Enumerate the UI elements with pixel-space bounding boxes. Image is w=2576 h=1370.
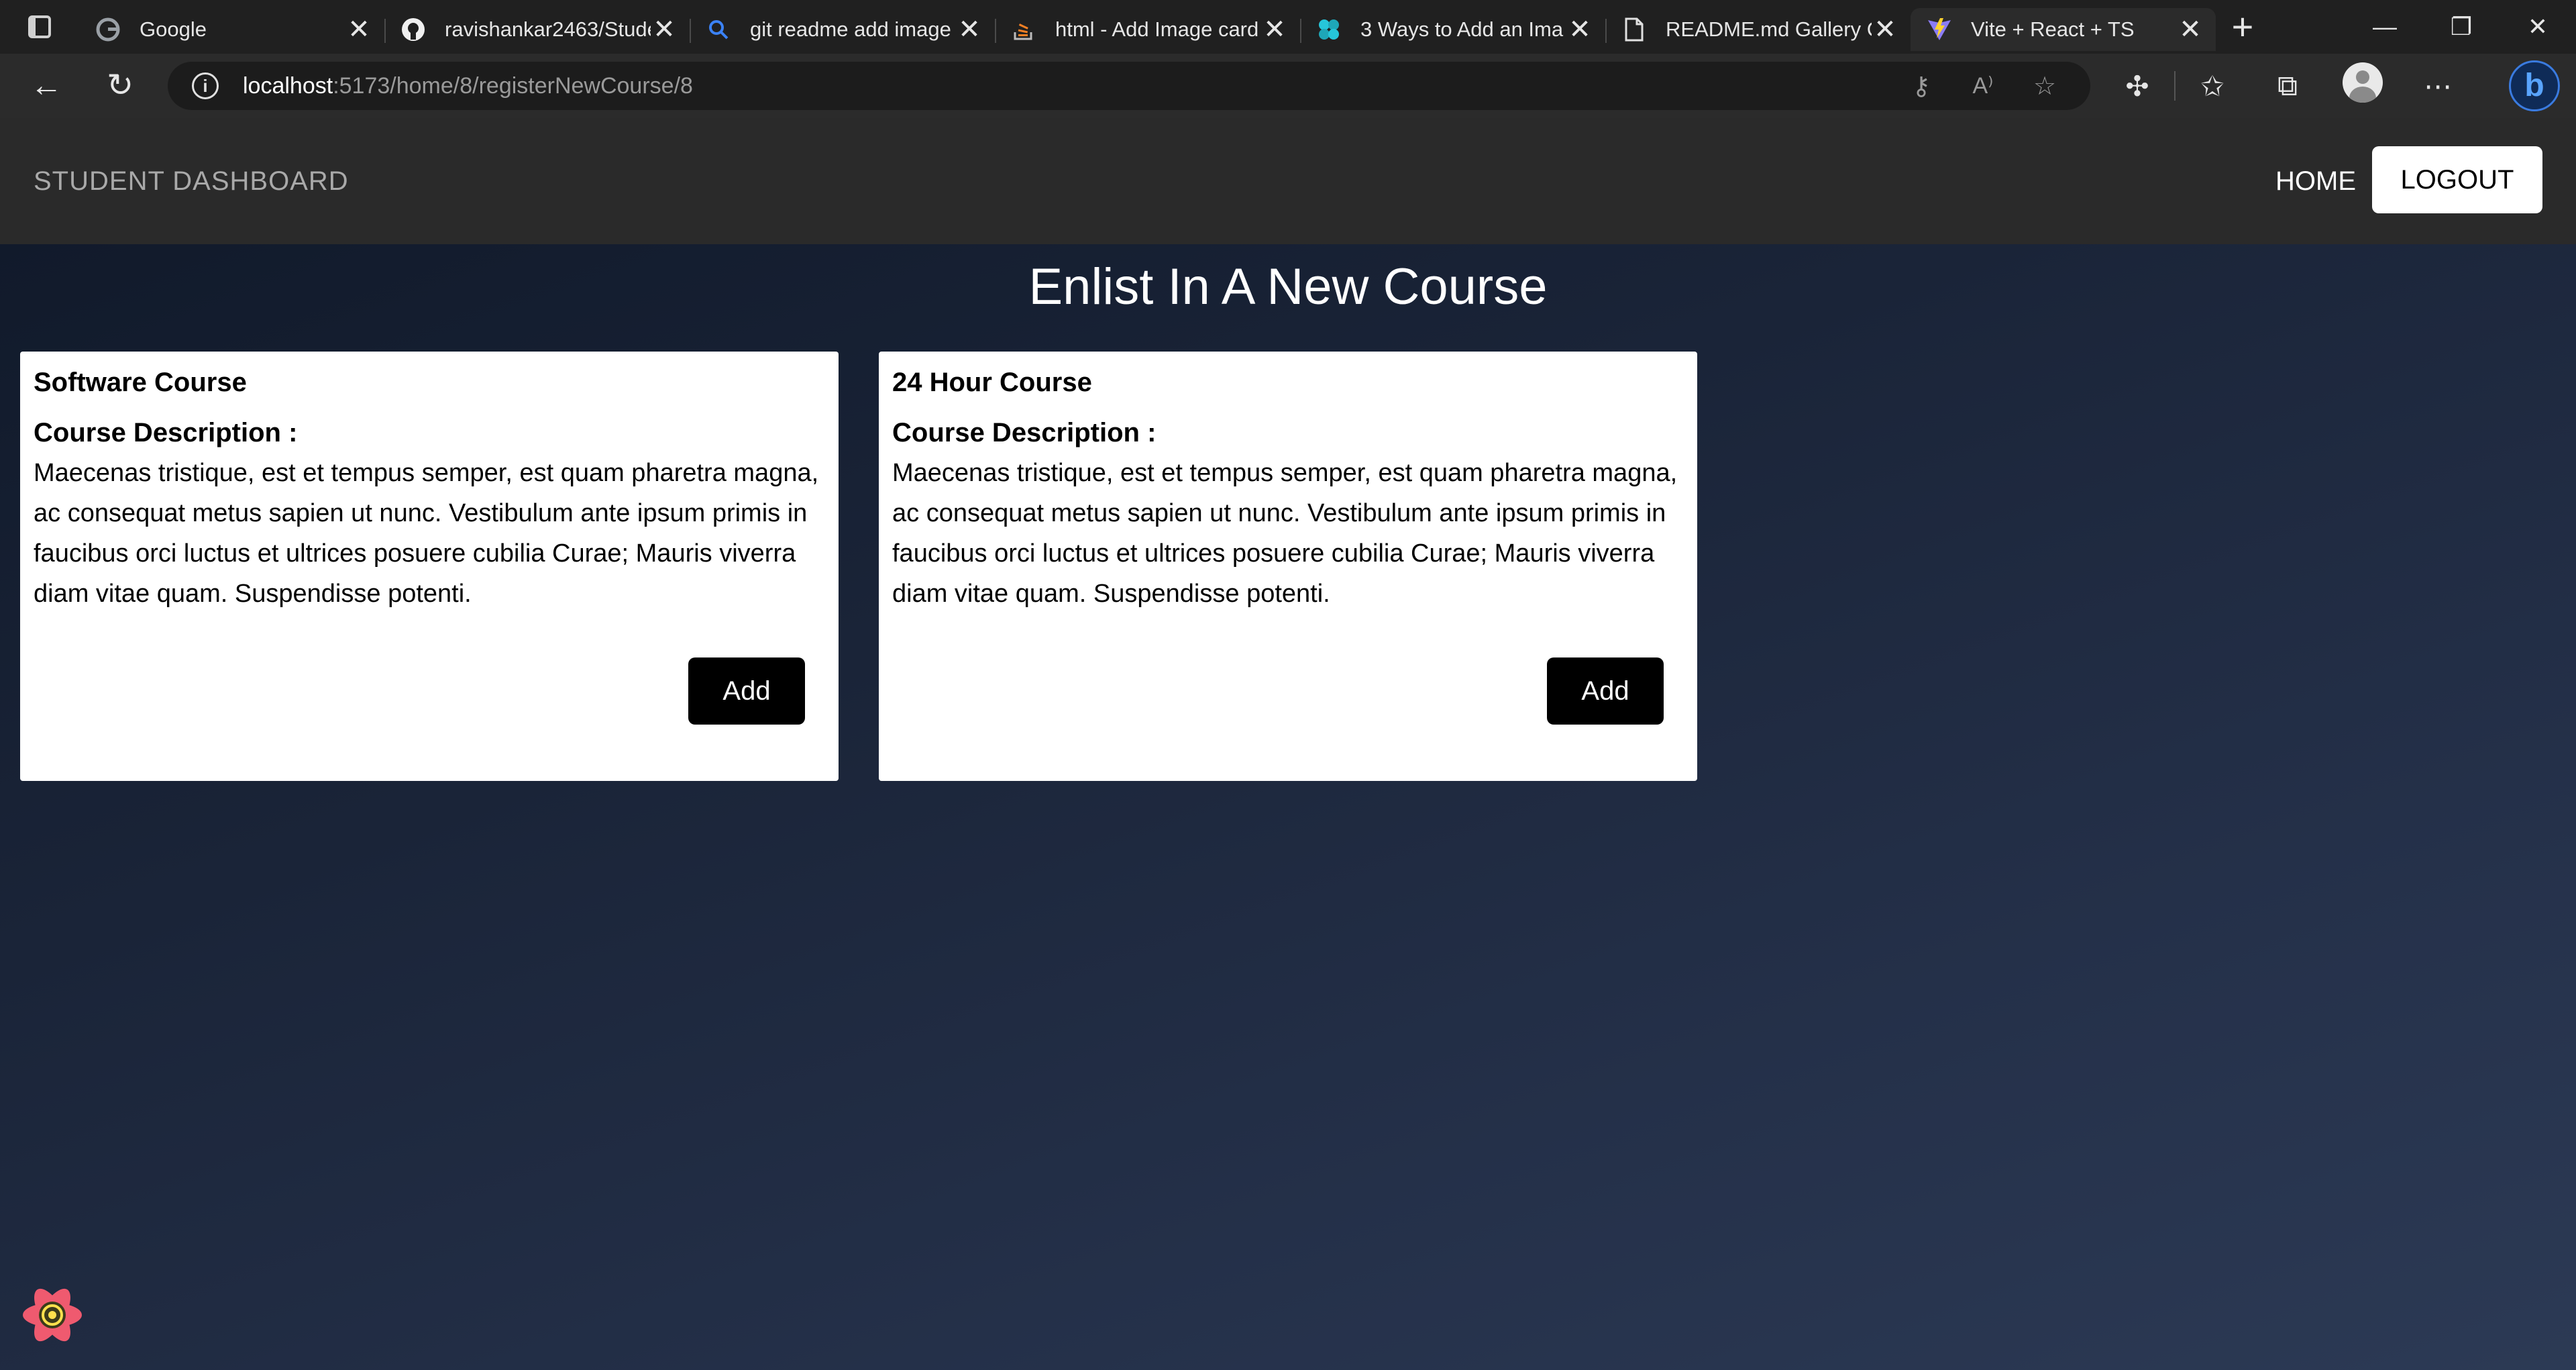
close-icon[interactable]: ✕ bbox=[1566, 16, 1593, 43]
avatar bbox=[2343, 62, 2383, 103]
app-navbar: STUDENT DASHBOARD HOME LOGOUT bbox=[0, 118, 2576, 244]
browser-toolbar: ← ↻ i localhost:5173/home/8/registerNewC… bbox=[0, 54, 2576, 118]
minimize-icon[interactable]: — bbox=[2347, 0, 2423, 54]
close-icon[interactable]: ✕ bbox=[956, 16, 983, 43]
tab-title: html - Add Image card bbox=[1055, 17, 1259, 41]
react-query-devtools-icon[interactable] bbox=[20, 1283, 85, 1347]
stackoverflow-icon bbox=[1011, 17, 1036, 42]
course-description: Maecenas tristique, est et tempus semper… bbox=[892, 459, 1678, 608]
tab-title: README.md Gallery C bbox=[1666, 17, 1872, 41]
more-icon[interactable]: ⋯ bbox=[2400, 70, 2475, 103]
window-controls: — ❐ ✕ bbox=[2347, 0, 2576, 54]
tab-title: 3 Ways to Add an Ima bbox=[1360, 17, 1564, 41]
tab-title: git readme add image bbox=[750, 17, 951, 41]
browser-tab-strip: Google ✕ ravishankar2463/Stude ✕ git rea… bbox=[0, 0, 2576, 54]
tab-title: Vite + React + TS bbox=[1971, 17, 2135, 41]
restore-icon[interactable]: ❐ bbox=[2423, 0, 2500, 54]
course-description-label: Course Description : bbox=[892, 418, 1157, 447]
navbar-brand[interactable]: STUDENT DASHBOARD bbox=[34, 166, 349, 197]
bing-icon[interactable]: b bbox=[2509, 60, 2560, 111]
add-course-button[interactable]: Add bbox=[688, 657, 805, 725]
browser-tool-icons: ✣ ✩ ⧉ ⋯ bbox=[2100, 54, 2475, 118]
url-path: :5173/home/8/registerNewCourse/8 bbox=[333, 72, 693, 99]
site-icon bbox=[1316, 17, 1342, 42]
browser-tab-stackoverflow[interactable]: html - Add Image card ✕ bbox=[995, 8, 1301, 51]
read-aloud-icon[interactable]: A⁾ bbox=[1952, 72, 2014, 99]
key-icon[interactable]: ⚷ bbox=[1890, 71, 1952, 101]
course-card: 24 Hour Course Course Description : Maec… bbox=[879, 352, 1697, 781]
add-course-button[interactable]: Add bbox=[1547, 657, 1664, 725]
profile-button[interactable] bbox=[2325, 62, 2400, 109]
tab-title: Google bbox=[140, 17, 207, 41]
course-card: Software Course Course Description : Mae… bbox=[20, 352, 839, 781]
close-icon[interactable]: ✕ bbox=[1872, 16, 1898, 43]
browser-tab-search[interactable]: git readme add image ✕ bbox=[690, 8, 996, 51]
tab-actions-button[interactable] bbox=[0, 0, 79, 54]
favorites-icon[interactable]: ✩ bbox=[2175, 70, 2250, 103]
vite-icon bbox=[1927, 17, 1952, 42]
new-tab-button[interactable]: + bbox=[2216, 0, 2269, 54]
address-bar-actions: ⚷ A⁾ ☆ bbox=[1890, 62, 2076, 110]
close-icon[interactable]: ✕ bbox=[345, 16, 372, 43]
browser-tab-google[interactable]: Google ✕ bbox=[79, 8, 386, 51]
browser-tab-vite[interactable]: Vite + React + TS ✕ bbox=[1911, 8, 2216, 51]
course-title: 24 Hour Course bbox=[892, 368, 1092, 397]
close-icon[interactable]: ✕ bbox=[651, 16, 678, 43]
browser-tab-site[interactable]: 3 Ways to Add an Ima ✕ bbox=[1300, 8, 1607, 51]
close-window-icon[interactable]: ✕ bbox=[2500, 0, 2576, 54]
search-icon bbox=[706, 17, 731, 42]
site-info-icon[interactable]: i bbox=[192, 72, 219, 99]
page-title: Enlist In A New Course bbox=[1028, 258, 1548, 315]
tab-title: ravishankar2463/Stude bbox=[445, 17, 651, 41]
close-icon[interactable]: ✕ bbox=[2177, 16, 2204, 43]
close-icon[interactable]: ✕ bbox=[1261, 16, 1288, 43]
main-content: Enlist In A New Course Software Course C… bbox=[0, 244, 2576, 1370]
course-description: Maecenas tristique, est et tempus semper… bbox=[34, 459, 819, 608]
add-favorite-icon[interactable]: ☆ bbox=[2014, 71, 2076, 101]
browser-tab-readme[interactable]: README.md Gallery C ✕ bbox=[1605, 8, 1912, 51]
browser-tab-github[interactable]: ravishankar2463/Stude ✕ bbox=[384, 8, 691, 51]
url-host: localhost bbox=[243, 72, 333, 99]
extensions-icon[interactable]: ✣ bbox=[2100, 70, 2175, 103]
github-icon bbox=[400, 17, 426, 42]
collections-icon[interactable]: ⧉ bbox=[2250, 70, 2325, 103]
nav-home-link[interactable]: HOME bbox=[2275, 166, 2356, 197]
address-bar[interactable]: i localhost:5173/home/8/registerNewCours… bbox=[168, 62, 2090, 110]
google-icon bbox=[95, 17, 121, 42]
logout-button[interactable]: LOGOUT bbox=[2372, 146, 2542, 213]
tab-actions-icon bbox=[28, 15, 51, 38]
back-icon[interactable]: ← bbox=[9, 54, 83, 118]
course-title: Software Course bbox=[34, 368, 247, 397]
document-icon bbox=[1621, 17, 1647, 42]
refresh-icon[interactable]: ↻ bbox=[83, 54, 157, 118]
course-description-label: Course Description : bbox=[34, 418, 298, 447]
url-text[interactable]: localhost:5173/home/8/registerNewCourse/… bbox=[243, 73, 693, 99]
